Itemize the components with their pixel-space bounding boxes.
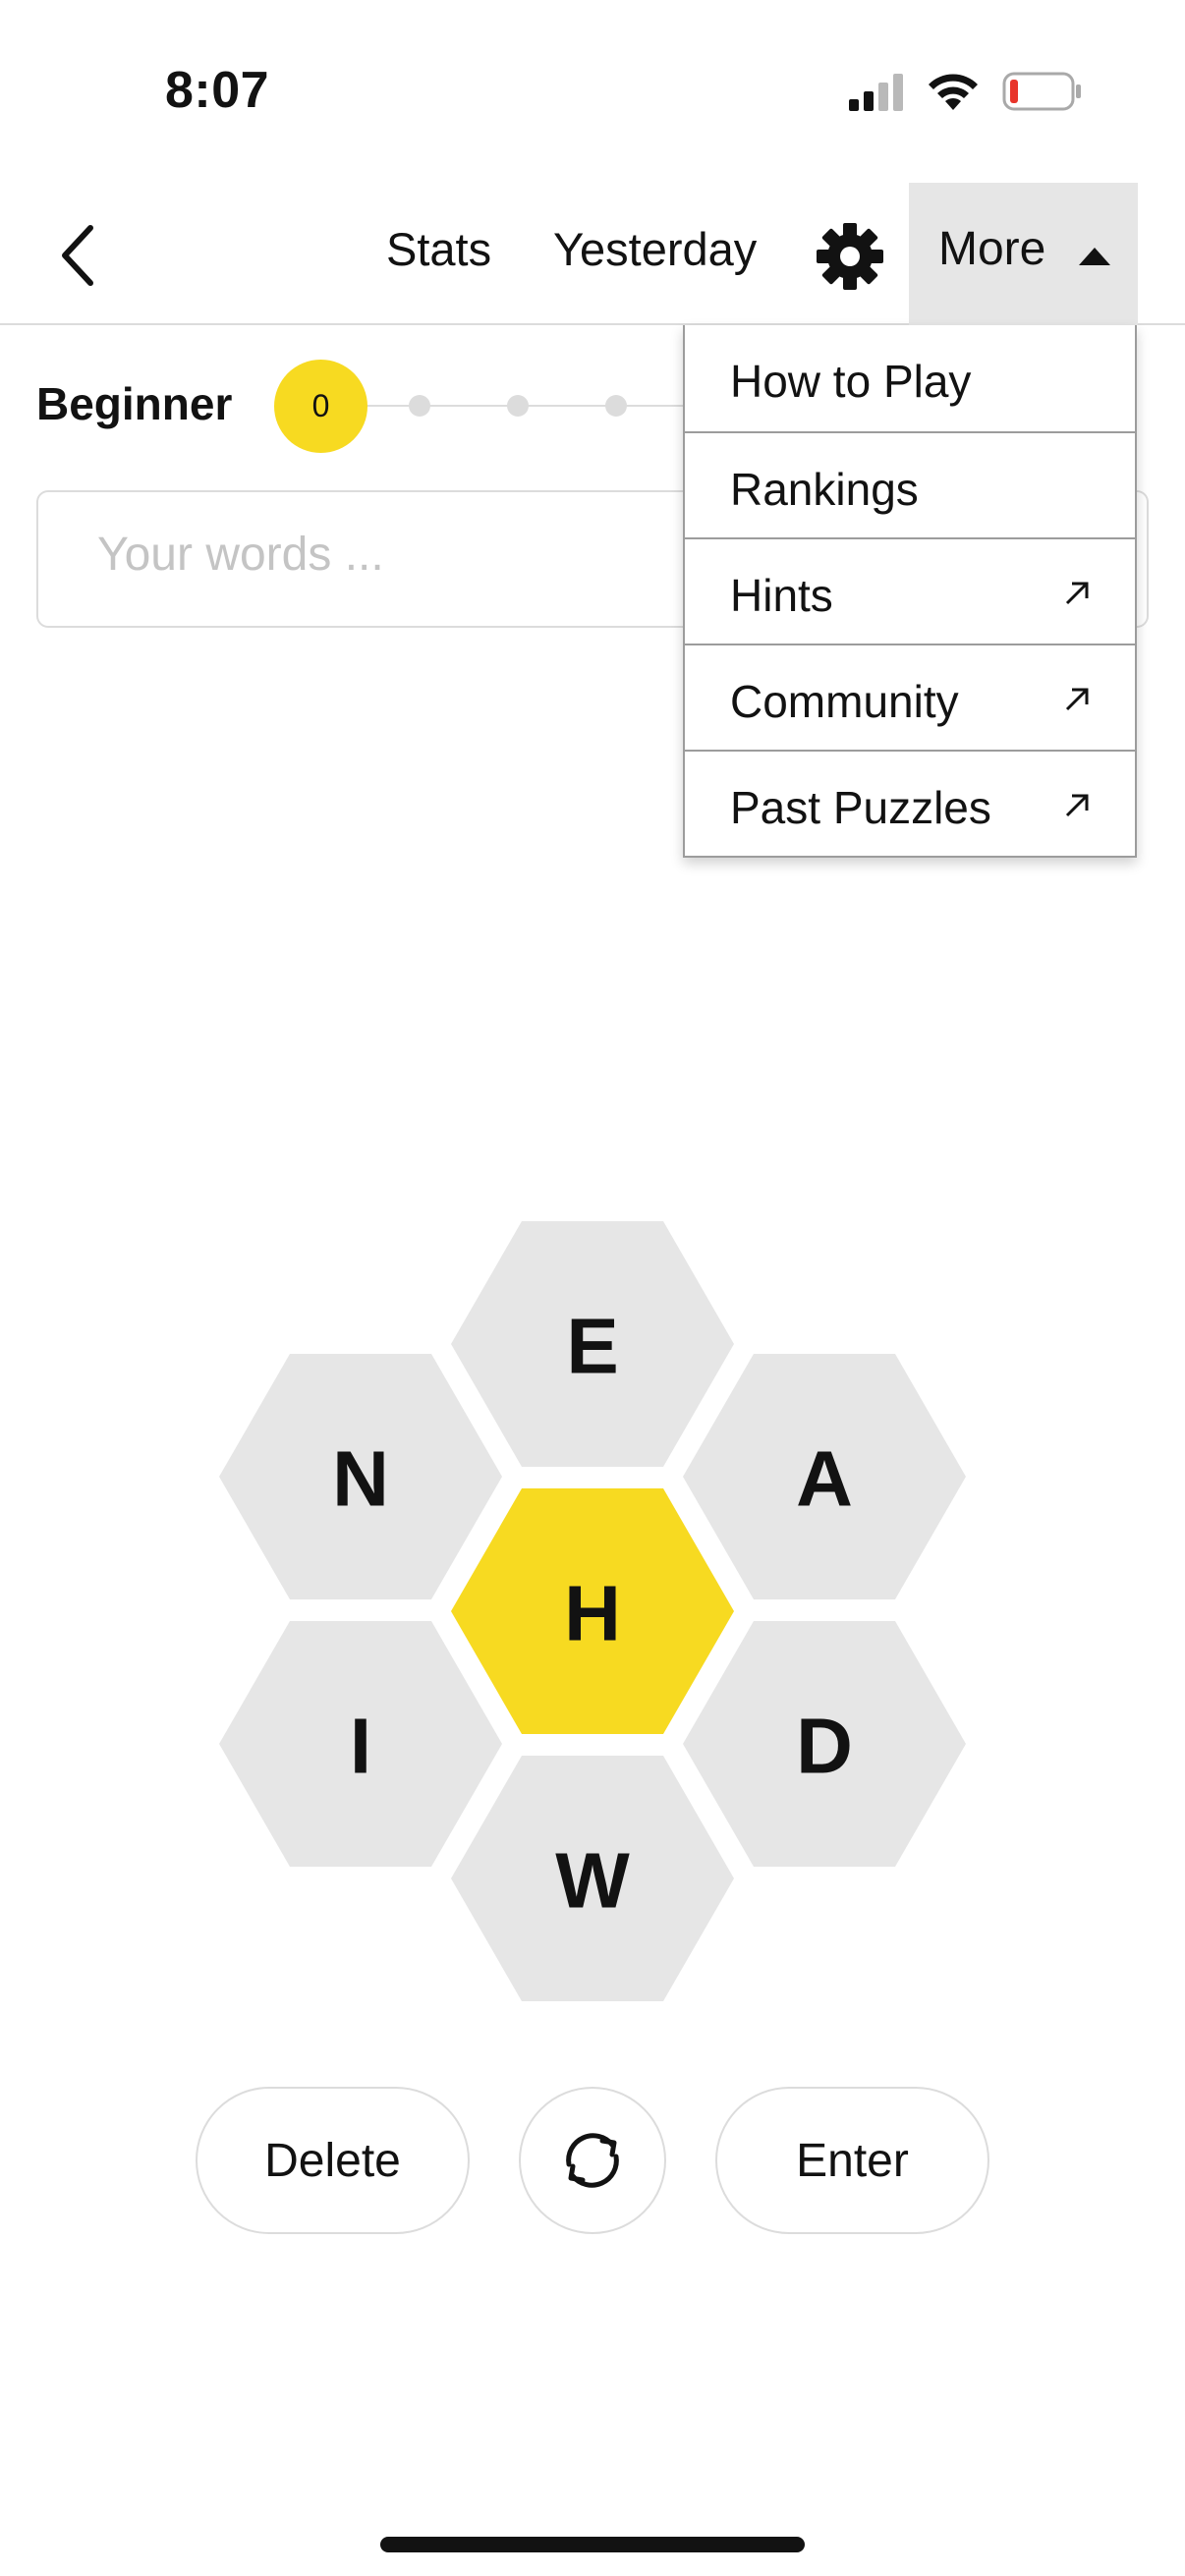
word-list-placeholder: Your words ... xyxy=(97,529,384,581)
score-bubble: 0 xyxy=(274,360,367,453)
hive-cell-bottom[interactable]: W xyxy=(451,1756,734,2001)
external-link-arrow-icon xyxy=(1065,582,1089,605)
battery-low-icon xyxy=(1002,72,1081,111)
hive-center-letter: H xyxy=(564,1570,621,1657)
hive-cell-lower-right[interactable]: D xyxy=(683,1621,966,1867)
back-button[interactable] xyxy=(47,218,110,293)
caret-up-icon xyxy=(1079,248,1110,265)
delete-button[interactable]: Delete xyxy=(196,2087,470,2234)
hive-cell-lower-left[interactable]: I xyxy=(219,1621,502,1867)
hive-cell-upper-right[interactable]: A xyxy=(683,1354,966,1599)
status-bar: 8:07 xyxy=(0,0,1185,187)
more-label: More xyxy=(938,223,1046,275)
progress-dot xyxy=(507,395,529,417)
menu-item-past-puzzles[interactable]: Past Puzzles xyxy=(685,750,1135,856)
menu-item-label: Community xyxy=(730,676,959,727)
chevron-left-icon xyxy=(62,225,93,286)
external-link-arrow-icon xyxy=(1065,794,1089,817)
menu-item-rankings[interactable]: Rankings xyxy=(685,431,1135,537)
hive-letter: A xyxy=(796,1435,853,1523)
hive-letter: N xyxy=(332,1435,389,1523)
rank-label: Beginner xyxy=(36,378,233,429)
hive-cell-top[interactable]: E xyxy=(451,1221,734,1467)
enter-button[interactable]: Enter xyxy=(715,2087,989,2234)
progress-dot xyxy=(409,395,430,417)
status-icons xyxy=(849,67,1083,116)
menu-item-hints[interactable]: Hints xyxy=(685,537,1135,644)
menu-item-label: How to Play xyxy=(730,356,972,407)
hive-letter: D xyxy=(796,1703,853,1790)
hive-letter: E xyxy=(566,1303,618,1390)
menu-item-label: Hints xyxy=(730,570,833,621)
shuffle-button[interactable] xyxy=(519,2087,666,2234)
hive-cell-center[interactable]: H xyxy=(451,1488,734,1734)
stats-link[interactable]: Stats xyxy=(386,222,491,276)
more-menu-button[interactable]: More xyxy=(909,183,1138,325)
top-nav: Stats Yesterday More xyxy=(0,183,1185,325)
shuffle-icon xyxy=(566,2133,619,2188)
wifi-icon xyxy=(929,74,978,110)
gear-icon xyxy=(817,223,883,290)
hive-letter: W xyxy=(555,1837,630,1925)
cellular-signal-icon xyxy=(849,74,903,111)
status-time: 8:07 xyxy=(165,62,270,119)
home-indicator[interactable] xyxy=(380,2537,805,2552)
settings-button[interactable] xyxy=(816,222,884,291)
menu-item-label: Rankings xyxy=(730,464,919,515)
menu-item-label: Past Puzzles xyxy=(730,782,991,833)
hive-cell-upper-left[interactable]: N xyxy=(219,1354,502,1599)
progress-dot xyxy=(605,395,627,417)
hive-letter: I xyxy=(350,1703,371,1790)
menu-item-community[interactable]: Community xyxy=(685,644,1135,750)
menu-item-how-to-play[interactable]: How to Play xyxy=(685,325,1135,431)
more-dropdown-menu: How to Play Rankings Hints Community Pas… xyxy=(683,325,1137,858)
external-link-arrow-icon xyxy=(1065,688,1089,711)
yesterday-link[interactable]: Yesterday xyxy=(553,222,757,276)
